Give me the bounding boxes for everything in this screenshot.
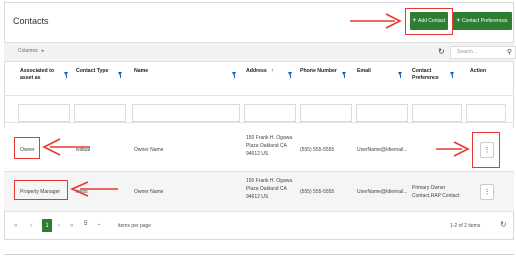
callout-arrows <box>42 13 470 197</box>
